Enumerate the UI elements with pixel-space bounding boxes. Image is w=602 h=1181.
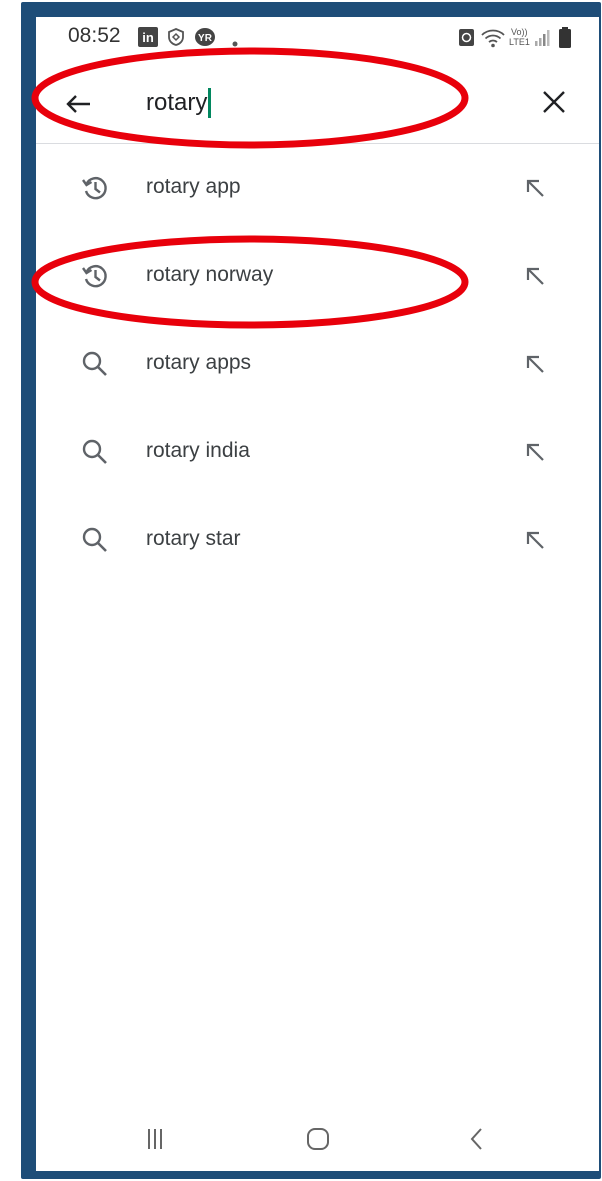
wifi-icon bbox=[481, 29, 505, 48]
text-caret bbox=[208, 88, 212, 118]
battery-icon bbox=[559, 27, 571, 48]
volte-label-top: Vo)) bbox=[511, 27, 528, 37]
search-query[interactable]: rotary bbox=[146, 89, 207, 117]
fill-query-arrow-icon[interactable] bbox=[521, 438, 549, 466]
history-icon bbox=[80, 173, 110, 203]
volte-label-bottom: LTE1 bbox=[509, 37, 530, 47]
suggestion-label: rotary apps bbox=[146, 351, 252, 374]
yr-label: YR bbox=[198, 33, 213, 44]
search-bar: rotary bbox=[36, 69, 599, 141]
back-icon[interactable] bbox=[457, 1119, 497, 1159]
status-right-icons: Vo)) LTE1 bbox=[459, 25, 579, 48]
suggestion-label: rotary app bbox=[146, 175, 241, 198]
close-icon[interactable] bbox=[539, 87, 569, 117]
yr-icon: YR bbox=[194, 27, 216, 52]
signal-icon bbox=[535, 30, 550, 46]
linkedin-icon: in bbox=[138, 27, 158, 52]
suggestion-item[interactable]: rotary app bbox=[36, 144, 599, 232]
fill-query-arrow-icon[interactable] bbox=[521, 526, 549, 554]
arrow-back-icon[interactable] bbox=[62, 87, 96, 121]
suggestion-label: rotary star bbox=[146, 527, 241, 550]
system-nav-bar bbox=[36, 1099, 599, 1171]
dot-icon bbox=[232, 34, 238, 52]
suggestion-item[interactable]: rotary apps bbox=[36, 320, 599, 408]
suggestion-label: rotary norway bbox=[146, 263, 274, 286]
fill-query-arrow-icon[interactable] bbox=[521, 350, 549, 378]
history-icon bbox=[80, 261, 110, 291]
suggestion-list: rotary app rotary norway rotary apps rot… bbox=[36, 144, 599, 584]
search-icon bbox=[80, 437, 110, 467]
phone-screen: 08:52 in YR Vo)) LTE1 rotary rotary app … bbox=[36, 17, 599, 1171]
volte-icon: Vo)) LTE1 bbox=[509, 27, 530, 47]
data-saver-icon bbox=[459, 29, 474, 46]
linkedin-label: in bbox=[142, 30, 154, 45]
suggestion-item[interactable]: rotary star bbox=[36, 496, 599, 584]
status-time: 08:52 bbox=[68, 24, 121, 47]
search-input[interactable]: rotary bbox=[146, 83, 212, 123]
shield-icon bbox=[166, 27, 186, 52]
suggestion-item[interactable]: rotary india bbox=[36, 408, 599, 496]
suggestion-label: rotary india bbox=[146, 439, 250, 462]
recents-icon[interactable] bbox=[135, 1119, 175, 1159]
search-icon bbox=[80, 525, 110, 555]
fill-query-arrow-icon[interactable] bbox=[521, 174, 549, 202]
search-icon bbox=[80, 349, 110, 379]
status-bar: 08:52 in YR Vo)) LTE1 bbox=[36, 17, 599, 61]
home-icon[interactable] bbox=[298, 1119, 338, 1159]
suggestion-item[interactable]: rotary norway bbox=[36, 232, 599, 320]
fill-query-arrow-icon[interactable] bbox=[521, 262, 549, 290]
